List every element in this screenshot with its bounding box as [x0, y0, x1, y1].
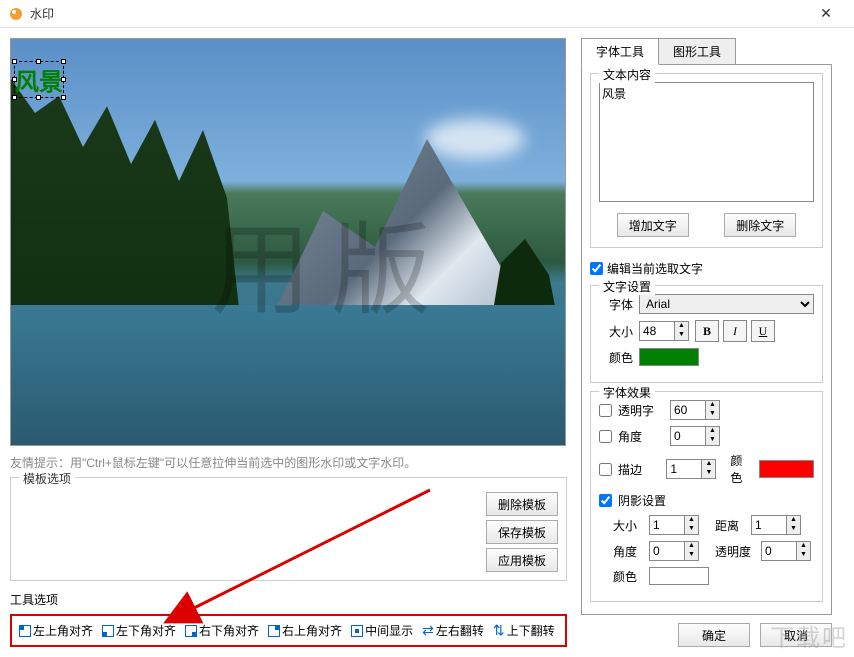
align-tl-icon: [19, 625, 31, 637]
size-spinner[interactable]: ▲▼: [639, 321, 689, 341]
apply-template-button[interactable]: 应用模板: [486, 548, 558, 572]
hint-text: 友情提示：用"Ctrl+鼠标左键"可以任意拉伸当前选中的图形水印或文字水印。: [10, 454, 567, 471]
close-button[interactable]: ✕: [806, 5, 846, 22]
shadow-opacity-spinner[interactable]: ▲▼: [761, 541, 811, 561]
font-effects-group: 字体效果 透明字 ▲▼ 角度 ▲▼ 描边 ▲▼ 颜色: [590, 391, 823, 602]
bold-button[interactable]: B: [695, 320, 719, 342]
align-top-right[interactable]: 右上角对齐: [265, 620, 345, 641]
align-bl-icon: [102, 625, 114, 637]
tabs: 字体工具 图形工具: [581, 38, 832, 65]
add-text-button[interactable]: 增加文字: [617, 213, 689, 237]
flip-vertical[interactable]: ⇅上下翻转: [490, 620, 558, 641]
text-content-label: 文本内容: [599, 66, 655, 83]
watermark-selection[interactable]: 风景: [14, 61, 64, 98]
tool-options-highlighted: 左上角对齐 左下角对齐 右下角对齐 右上角对齐 中间显示 ⇄左右翻转 ⇅上下翻转: [10, 614, 567, 647]
flip-h-icon: ⇄: [422, 622, 434, 639]
template-legend: 模板选项: [19, 470, 75, 487]
shadow-size-spinner[interactable]: ▲▼: [649, 515, 699, 535]
app-icon: [8, 6, 24, 22]
shadow-angle-spinner[interactable]: ▲▼: [649, 541, 699, 561]
template-fieldset: 模板选项 删除模板 保存模板 应用模板: [10, 477, 567, 581]
flip-horizontal[interactable]: ⇄左右翻转: [419, 620, 487, 641]
edit-selected-checkbox[interactable]: [590, 262, 603, 275]
align-br-icon: [185, 625, 197, 637]
angle-spinner[interactable]: ▲▼: [670, 426, 720, 446]
tab-shape-tools[interactable]: 图形工具: [658, 38, 736, 65]
edit-selected-label: 编辑当前选取文字: [607, 260, 703, 277]
delete-text-button[interactable]: 删除文字: [724, 213, 796, 237]
stroke-checkbox[interactable]: [599, 463, 612, 476]
text-content-group: 文本内容 风景 增加文字 删除文字: [590, 73, 823, 248]
align-bottom-left[interactable]: 左下角对齐: [99, 620, 179, 641]
save-template-button[interactable]: 保存模板: [486, 520, 558, 544]
ok-button[interactable]: 确定: [678, 623, 750, 647]
align-c-icon: [351, 625, 363, 637]
shadow-distance-spinner[interactable]: ▲▼: [751, 515, 801, 535]
align-tr-icon: [268, 625, 280, 637]
preview-canvas[interactable]: 用版 风景: [10, 38, 566, 446]
tab-font-tools[interactable]: 字体工具: [581, 38, 659, 65]
angle-checkbox[interactable]: [599, 430, 612, 443]
text-settings-group: 文字设置 字体 Arial 大小 ▲▼ B I U 颜色: [590, 285, 823, 383]
cancel-button[interactable]: 取消: [760, 623, 832, 647]
tab-panel: 文本内容 风景 增加文字 删除文字 编辑当前选取文字 文字设置 字体 Arial…: [581, 64, 832, 615]
align-bottom-right[interactable]: 右下角对齐: [182, 620, 262, 641]
shadow-checkbox[interactable]: [599, 494, 612, 507]
stroke-color-swatch[interactable]: [759, 460, 814, 478]
align-top-left[interactable]: 左上角对齐: [16, 620, 96, 641]
titlebar: 水印 ✕: [0, 0, 854, 28]
transparent-checkbox[interactable]: [599, 404, 612, 417]
text-content-input[interactable]: 风景: [599, 82, 814, 202]
window-title: 水印: [30, 5, 806, 22]
align-center[interactable]: 中间显示: [348, 620, 416, 641]
text-color-swatch[interactable]: [639, 348, 699, 366]
delete-template-button[interactable]: 删除模板: [486, 492, 558, 516]
underline-button[interactable]: U: [751, 320, 775, 342]
font-select[interactable]: Arial: [639, 294, 814, 314]
tools-legend-outer: 工具选项: [10, 591, 567, 608]
flip-v-icon: ⇅: [493, 622, 505, 639]
italic-button[interactable]: I: [723, 320, 747, 342]
transparent-spinner[interactable]: ▲▼: [670, 400, 720, 420]
stroke-spinner[interactable]: ▲▼: [666, 459, 716, 479]
shadow-color-swatch[interactable]: [649, 567, 709, 585]
